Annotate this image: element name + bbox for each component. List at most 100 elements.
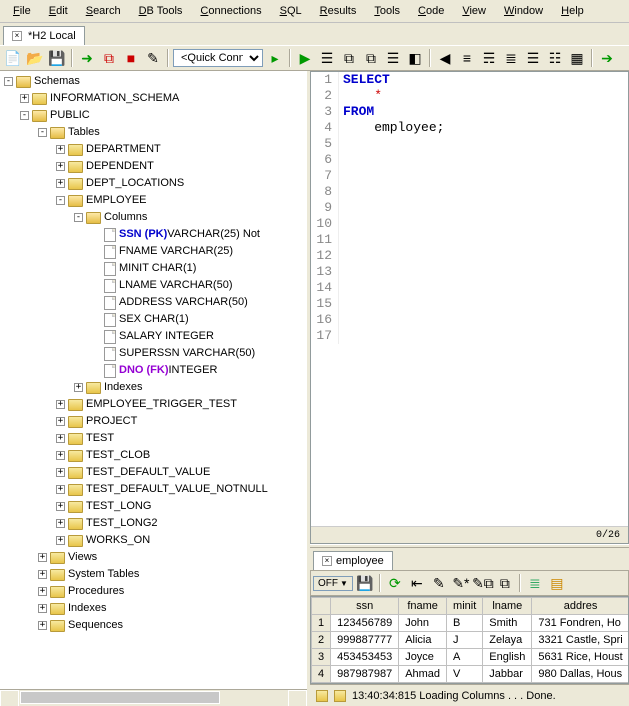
cell[interactable]: B [447, 615, 483, 632]
cell[interactable]: A [447, 649, 483, 666]
col-header-lname[interactable]: lname [483, 598, 532, 615]
col-header-ssn[interactable]: ssn [331, 598, 399, 615]
sql-line[interactable]: 6 [311, 152, 628, 168]
menu-sql[interactable]: SQL [271, 2, 311, 20]
expander-icon[interactable]: + [74, 383, 83, 392]
sql-line[interactable]: 5 [311, 136, 628, 152]
list-icon[interactable]: ≣ [525, 573, 545, 593]
menu-help[interactable]: Help [552, 2, 593, 20]
tree-table-dept_locations[interactable]: +DEPT_LOCATIONS [2, 175, 305, 192]
expander-icon[interactable]: + [56, 451, 65, 460]
table-row[interactable]: 4987987987AhmadVJabbar980 Dallas, Hous [312, 666, 629, 683]
sql-line[interactable]: 14 [311, 280, 628, 296]
cell[interactable]: 731 Fondren, Ho [532, 615, 629, 632]
tb-10-icon[interactable]: ☰ [523, 48, 543, 68]
expander-icon[interactable]: + [56, 434, 65, 443]
sql-line[interactable]: 4 employee; [311, 120, 628, 136]
cell[interactable]: John [399, 615, 447, 632]
close-icon[interactable]: × [12, 31, 22, 41]
expander-icon[interactable]: + [38, 604, 47, 613]
expander-icon[interactable]: - [56, 196, 65, 205]
expander-icon[interactable]: + [56, 485, 65, 494]
sql-line[interactable]: 2 * [311, 88, 628, 104]
tree-column-fname[interactable]: FNAME VARCHAR(25) [2, 243, 305, 260]
sql-line[interactable]: 3FROM [311, 104, 628, 120]
tb-1-icon[interactable]: ☰ [317, 48, 337, 68]
sql-line[interactable]: 9 [311, 200, 628, 216]
menu-edit[interactable]: Edit [40, 2, 77, 20]
sql-line[interactable]: 17 [311, 328, 628, 344]
expander-icon[interactable]: + [56, 145, 65, 154]
tree-columns[interactable]: -Columns [2, 209, 305, 226]
table-row[interactable]: 1123456789JohnBSmith731 Fondren, Ho [312, 615, 629, 632]
save-icon[interactable]: 💾 [47, 48, 67, 68]
editor-tab[interactable]: × *H2 Local [3, 26, 85, 45]
tb-2-icon[interactable]: ⧉ [339, 48, 359, 68]
tree-table-employee_trigger_test[interactable]: +EMPLOYEE_TRIGGER_TEST [2, 396, 305, 413]
goto-icon[interactable]: ▤ [547, 573, 567, 593]
tree-table-test_default_value_notnull[interactable]: +TEST_DEFAULT_VALUE_NOTNULL [2, 481, 305, 498]
tree-table-project[interactable]: +PROJECT [2, 413, 305, 430]
sql-line[interactable]: 16 [311, 312, 628, 328]
expander-icon[interactable]: - [74, 213, 83, 222]
cell[interactable]: 453453453 [331, 649, 399, 666]
expander-icon[interactable]: + [56, 417, 65, 426]
tree-public[interactable]: -PUBLIC [2, 107, 305, 124]
expander-icon[interactable]: + [38, 621, 47, 630]
col-header-addres[interactable]: addres [532, 598, 629, 615]
cell[interactable]: English [483, 649, 532, 666]
sql-line[interactable]: 13 [311, 264, 628, 280]
menu-db-tools[interactable]: DB Tools [130, 2, 192, 20]
tree-column-superssn[interactable]: SUPERSSN VARCHAR(50) [2, 345, 305, 362]
cell[interactable]: Joyce [399, 649, 447, 666]
tb-6-icon[interactable]: ◀ [435, 48, 455, 68]
tree-table-test[interactable]: +TEST [2, 430, 305, 447]
tree-column-lname[interactable]: LNAME VARCHAR(50) [2, 277, 305, 294]
sql-line[interactable]: 10 [311, 216, 628, 232]
tree-information-schema[interactable]: +INFORMATION_SCHEMA [2, 90, 305, 107]
expander-icon[interactable]: - [38, 128, 47, 137]
menu-file[interactable]: File [4, 2, 40, 20]
table-row[interactable]: 2999887777AliciaJZelaya3321 Castle, Spri [312, 632, 629, 649]
expander-icon[interactable]: + [56, 468, 65, 477]
tree-column-minit[interactable]: MINIT CHAR(1) [2, 260, 305, 277]
tree-table-employee[interactable]: -EMPLOYEE [2, 192, 305, 209]
cell[interactable]: 980 Dallas, Hous [532, 666, 629, 683]
tree-column-address[interactable]: ADDRESS VARCHAR(50) [2, 294, 305, 311]
tree-table-test_default_value[interactable]: +TEST_DEFAULT_VALUE [2, 464, 305, 481]
sql-line[interactable]: 11 [311, 232, 628, 248]
sql-editor[interactable]: 1SELECT2 *3FROM4 employee;56789101112131… [310, 71, 629, 544]
tree-table-test_long[interactable]: +TEST_LONG [2, 498, 305, 515]
tree-schemas[interactable]: -Schemas [2, 73, 305, 90]
tree-system-tables[interactable]: +System Tables [2, 566, 305, 583]
tree-table-works_on[interactable]: +WORKS_ON [2, 532, 305, 549]
sql-line[interactable]: 12 [311, 248, 628, 264]
quick-connect-dropdown[interactable]: <Quick Connect> [173, 49, 263, 67]
connect-icon[interactable]: ➜ [77, 48, 97, 68]
sql-line[interactable]: 8 [311, 184, 628, 200]
refresh-icon[interactable]: ⟳ [385, 573, 405, 593]
tb-12-icon[interactable]: ▦ [567, 48, 587, 68]
run-icon[interactable]: ▶ [295, 48, 315, 68]
cell[interactable]: Ahmad [399, 666, 447, 683]
expander-icon[interactable]: - [4, 77, 13, 86]
tb-9-icon[interactable]: ≣ [501, 48, 521, 68]
table-row[interactable]: 3453453453JoyceAEnglish5631 Rice, Houst [312, 649, 629, 666]
tb-5-icon[interactable]: ◧ [405, 48, 425, 68]
copy-row-icon[interactable]: ✎⧉ [473, 573, 493, 593]
first-icon[interactable]: ⇤ [407, 573, 427, 593]
menu-tools[interactable]: Tools [365, 2, 409, 20]
tree-table-department[interactable]: +DEPARTMENT [2, 141, 305, 158]
save-results-icon[interactable]: 💾 [355, 573, 375, 593]
col-header-fname[interactable]: fname [399, 598, 447, 615]
tree-table-test_long2[interactable]: +TEST_LONG2 [2, 515, 305, 532]
expander-icon[interactable]: + [56, 162, 65, 171]
edit-row-icon[interactable]: ✎* [451, 573, 471, 593]
tree-column-sex[interactable]: SEX CHAR(1) [2, 311, 305, 328]
schema-tree[interactable]: -Schemas+INFORMATION_SCHEMA-PUBLIC-Table… [0, 71, 307, 689]
expander-icon[interactable]: + [38, 587, 47, 596]
script-icon[interactable]: ⧉ [495, 573, 515, 593]
query-icon[interactable]: ✎ [143, 48, 163, 68]
cell[interactable]: Alicia [399, 632, 447, 649]
tree-tables[interactable]: -Tables [2, 124, 305, 141]
